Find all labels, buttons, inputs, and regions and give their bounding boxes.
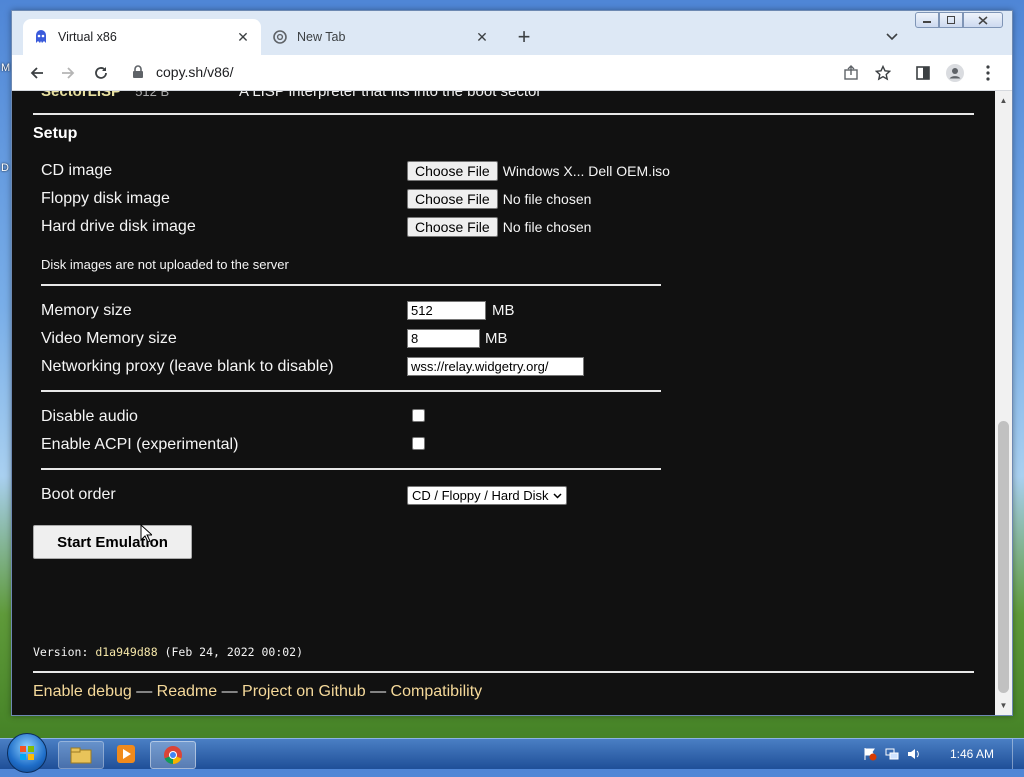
networking-proxy-label: Networking proxy (leave blank to disable…: [41, 358, 334, 375]
taskbar-clock[interactable]: 1:46 AM: [950, 747, 994, 761]
page-content: SectorLISP 512 B A LISP interpreter that…: [12, 91, 995, 715]
enable-acpi-label: Enable ACPI (experimental): [41, 436, 239, 453]
memory-unit: MB: [492, 302, 515, 319]
taskbar-explorer-icon[interactable]: [58, 741, 104, 769]
footer-separator: —: [365, 683, 391, 700]
back-arrow-icon[interactable]: [24, 60, 50, 86]
tab-virtual-x86[interactable]: Virtual x86 ✕: [23, 19, 261, 55]
forward-arrow-icon[interactable]: [55, 60, 81, 86]
footer-separator: —: [217, 683, 243, 700]
show-desktop-button[interactable]: [1012, 739, 1024, 769]
profile-description: A LISP interpreter that fits into the bo…: [239, 91, 542, 100]
tab-strip: Virtual x86 ✕ New Tab ✕ +: [12, 11, 1012, 55]
floppy-image-label: Floppy disk image: [41, 190, 170, 207]
chevron-down-icon: [553, 491, 562, 501]
maximize-button[interactable]: [939, 12, 963, 28]
taskbar: 1:46 AM: [0, 733, 1024, 773]
tab-new-tab[interactable]: New Tab ✕: [262, 19, 500, 55]
profile-name: SectorLISP: [41, 91, 122, 100]
github-link[interactable]: Project on Github: [242, 683, 366, 700]
scroll-down-arrow-icon[interactable]: ▼: [995, 698, 1012, 713]
version-prefix: Version:: [33, 645, 96, 659]
tab-close-icon[interactable]: ✕: [235, 29, 251, 45]
networking-proxy-input[interactable]: [407, 357, 584, 376]
hdd-choose-file-button[interactable]: Choose File: [407, 217, 498, 237]
share-icon[interactable]: [838, 60, 864, 86]
enable-debug-link[interactable]: Enable debug: [33, 683, 132, 700]
upload-note: Disk images are not uploaded to the serv…: [41, 257, 289, 272]
mouse-cursor-icon: [140, 524, 152, 543]
floppy-file-name: No file chosen: [502, 191, 592, 207]
setup-heading: Setup: [33, 125, 78, 142]
bookmark-star-icon[interactable]: [870, 60, 896, 86]
divider: [33, 113, 974, 115]
taskbar-media-player-icon[interactable]: [104, 741, 148, 767]
divider: [41, 468, 661, 470]
memory-size-input[interactable]: [407, 301, 486, 320]
reload-icon[interactable]: [88, 60, 114, 86]
start-button-windows-icon[interactable]: [7, 733, 47, 773]
cd-file-name: Windows X... Dell OEM.iso: [502, 163, 670, 179]
video-memory-label: Video Memory size: [41, 330, 177, 347]
disable-audio-checkbox[interactable]: [412, 409, 425, 422]
profile-size: 512 B: [135, 91, 170, 99]
desktop-edge-letter: D: [1, 162, 9, 174]
boot-order-select[interactable]: CD / Floppy / Hard Disk: [407, 486, 567, 505]
cd-choose-file-button[interactable]: Choose File: [407, 161, 498, 181]
browser-window: Virtual x86 ✕ New Tab ✕ + copy.sh/v86/ S…: [11, 10, 1013, 716]
tab-search-chevron-down-icon[interactable]: [882, 27, 902, 47]
chrome-icon: [272, 29, 288, 45]
cd-image-label: CD image: [41, 162, 113, 179]
minimize-button[interactable]: [915, 12, 939, 28]
floppy-choose-file-button[interactable]: Choose File: [407, 189, 498, 209]
floppy-image-file-input[interactable]: Choose File No file chosen: [407, 189, 591, 209]
new-tab-button[interactable]: +: [512, 24, 536, 49]
footer-separator: —: [131, 683, 157, 700]
scrollbar-thumb[interactable]: [998, 421, 1009, 693]
memory-size-label: Memory size: [41, 302, 132, 319]
action-center-flag-icon[interactable]: [862, 746, 878, 762]
video-memory-input[interactable]: [407, 329, 480, 348]
address-bar[interactable]: copy.sh/v86/: [124, 58, 884, 86]
compatibility-link[interactable]: Compatibility: [391, 683, 483, 700]
video-memory-unit: MB: [485, 330, 508, 347]
volume-icon[interactable]: [906, 746, 922, 762]
lock-icon: [132, 65, 146, 79]
profile-avatar-icon[interactable]: [942, 60, 968, 86]
hdd-file-name: No file chosen: [502, 219, 592, 235]
address-url: copy.sh/v86/: [156, 64, 234, 80]
divider: [41, 284, 661, 286]
boot-order-value: CD / Floppy / Hard Disk: [412, 488, 549, 503]
menu-kebab-icon[interactable]: [975, 60, 1001, 86]
enable-acpi-checkbox[interactable]: [412, 437, 425, 450]
readme-link[interactable]: Readme: [157, 683, 217, 700]
version-line: Version: d1a949d88 (Feb 24, 2022 00:02): [33, 645, 303, 659]
version-hash-link[interactable]: d1a949d88: [95, 645, 157, 659]
version-date: (Feb 24, 2022 00:02): [157, 645, 304, 659]
browser-toolbar: copy.sh/v86/: [12, 55, 1012, 91]
boot-order-label: Boot order: [41, 486, 116, 503]
divider: [33, 671, 974, 673]
tab-title: New Tab: [297, 30, 346, 44]
hdd-image-file-input[interactable]: Choose File No file chosen: [407, 217, 591, 237]
start-emulation-button[interactable]: Start Emulation: [33, 525, 192, 559]
disable-audio-label: Disable audio: [41, 408, 138, 425]
tab-title: Virtual x86: [58, 30, 117, 44]
footer-links: Enable debug — Readme — Project on Githu…: [33, 683, 482, 701]
system-tray: [862, 744, 922, 764]
window-close-button[interactable]: [963, 12, 1003, 28]
network-icon[interactable]: [884, 746, 900, 762]
divider: [41, 390, 661, 392]
scroll-up-arrow-icon[interactable]: ▲: [995, 93, 1012, 108]
tab-close-icon[interactable]: ✕: [474, 29, 490, 45]
page-scrollbar[interactable]: ▲ ▼: [995, 91, 1012, 715]
taskbar-chrome-icon[interactable]: [150, 741, 196, 769]
cd-image-file-input[interactable]: Choose File Windows X... Dell OEM.iso: [407, 161, 670, 181]
hdd-image-label: Hard drive disk image: [41, 218, 196, 235]
profile-entry-row[interactable]: SectorLISP 512 B A LISP interpreter that…: [41, 91, 541, 100]
desktop-edge-letter: M: [1, 62, 11, 74]
v86-favicon-icon: [33, 29, 49, 45]
side-panel-icon[interactable]: [910, 60, 936, 86]
